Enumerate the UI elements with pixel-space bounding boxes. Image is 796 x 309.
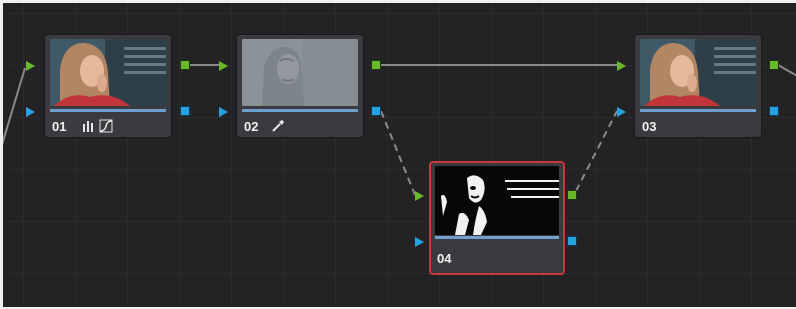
qualifier-picker-icon — [272, 120, 284, 132]
node-02[interactable]: 02 — [236, 34, 364, 138]
node-04-rgb-input[interactable] — [415, 191, 424, 201]
connection-02-alpha-to-04 — [380, 110, 416, 196]
node-01[interactable]: 01 — [44, 34, 172, 138]
node-01-rgb-output[interactable] — [180, 60, 190, 70]
node-02-alpha-input[interactable] — [219, 107, 228, 117]
node-03-rgb-output[interactable] — [769, 60, 779, 70]
node-02-alpha-output[interactable] — [371, 106, 381, 116]
node-04-rgb-output[interactable] — [567, 190, 577, 200]
node-04-thumbnail — [435, 166, 559, 235]
node-04-label: 04 — [437, 251, 452, 266]
node-04-alpha-input[interactable] — [415, 237, 424, 247]
bars-icon — [83, 121, 93, 132]
node-04[interactable]: 04 — [429, 161, 565, 275]
node-03-status-bar — [640, 109, 756, 112]
node-02-rgb-output[interactable] — [371, 60, 381, 70]
node-01-rgb-input[interactable] — [26, 61, 35, 71]
node-02-status-bar — [242, 109, 358, 112]
connection-03-to-output — [777, 64, 796, 77]
node-03[interactable]: 03 — [634, 34, 762, 138]
curve-icon — [99, 119, 113, 133]
node-01-label: 01 — [52, 119, 67, 134]
node-01-status-bar — [50, 109, 166, 112]
node-03-alpha-input[interactable] — [617, 107, 626, 117]
node-01-thumbnail — [50, 39, 166, 106]
connection-04-to-03-alpha — [575, 110, 618, 192]
node-03-label: 03 — [642, 119, 657, 134]
node-03-rgb-input[interactable] — [617, 61, 626, 71]
node-01-alpha-output[interactable] — [180, 106, 190, 116]
node-04-alpha-output[interactable] — [567, 236, 577, 246]
node-04-status-bar — [435, 236, 559, 239]
node-graph-canvas[interactable]: 01 02 03 04 — [3, 3, 796, 307]
node-02-thumbnail — [242, 39, 358, 106]
node-03-thumbnail — [640, 39, 756, 106]
node-01-alpha-input[interactable] — [26, 107, 35, 117]
node-02-label: 02 — [244, 119, 259, 134]
node-02-rgb-input[interactable] — [219, 61, 228, 71]
connection-input-to-node-01 — [3, 67, 26, 145]
node-03-alpha-output[interactable] — [769, 106, 779, 116]
